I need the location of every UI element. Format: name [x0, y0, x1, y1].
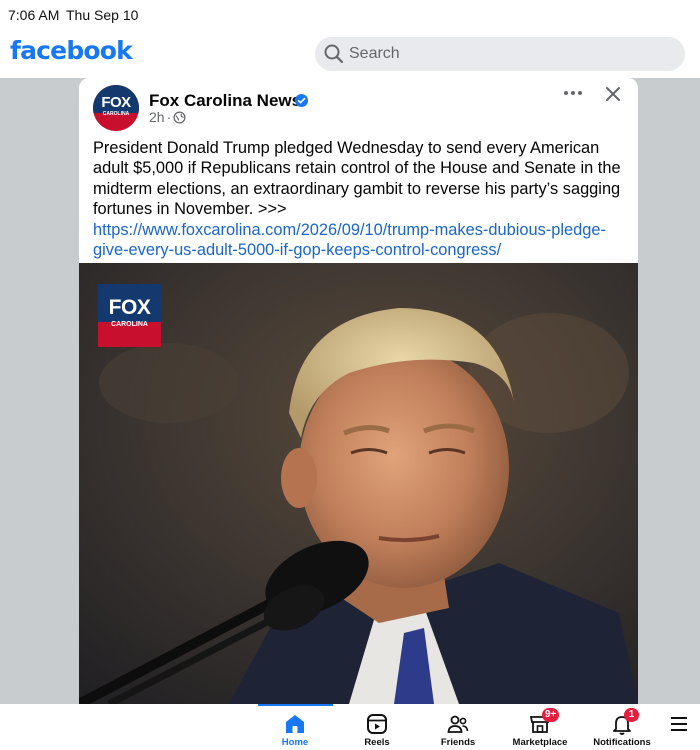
post-body-text: President Donald Trump pledged Wednesday…	[93, 139, 621, 219]
app-header: facebook Search	[0, 30, 700, 78]
nav-home[interactable]: Home	[255, 704, 335, 750]
reels-icon	[367, 714, 387, 734]
avatar-logo-text: FOX	[101, 94, 131, 111]
home-icon	[286, 715, 304, 733]
fox-carolina-watermark: FOX CAROLINA	[98, 284, 161, 347]
facebook-logo[interactable]: facebook	[10, 36, 133, 65]
nav-marketplace[interactable]: 9+ Marketplace	[500, 704, 580, 750]
watermark-logo-subtext: CAROLINA	[111, 321, 148, 328]
marketplace-badge: 9+	[542, 708, 560, 722]
post-timestamp[interactable]: 2h	[149, 109, 165, 125]
nav-friends-label: Friends	[440, 737, 476, 748]
nav-reels-label: Reels	[364, 737, 390, 748]
nav-friends[interactable]: Friends	[418, 704, 498, 750]
avatar[interactable]: FOX CAROLINA	[93, 85, 139, 131]
friends-icon	[447, 715, 469, 733]
status-date: Thu Sep 10	[66, 7, 139, 23]
notifications-badge: 1	[624, 708, 639, 722]
verified-badge-icon	[295, 94, 308, 107]
post-link[interactable]: https://www.foxcarolina.com/2026/09/10/t…	[93, 221, 606, 259]
post-meta: 2h ·	[149, 109, 186, 125]
page-name-link[interactable]: Fox Carolina News	[149, 91, 301, 111]
search-placeholder: Search	[349, 45, 400, 62]
bottom-nav: Home Reels Friends 9+ Marketplace 1 Noti…	[0, 704, 700, 750]
status-bar: 7:06 AM Thu Sep 10	[0, 0, 700, 30]
globe-icon	[173, 111, 186, 124]
nav-menu[interactable]	[663, 704, 700, 750]
close-icon[interactable]	[604, 85, 622, 103]
more-options-icon[interactable]	[563, 90, 583, 96]
nav-reels[interactable]: Reels	[337, 704, 417, 750]
nav-notifications[interactable]: 1 Notifications	[582, 704, 662, 750]
post-body: President Donald Trump pledged Wednesday…	[93, 138, 628, 260]
nav-marketplace-label: Marketplace	[512, 737, 568, 748]
watermark-logo-text: FOX	[108, 296, 151, 319]
post-photo[interactable]: FOX CAROLINA	[79, 263, 638, 704]
avatar-logo-subtext: CAROLINA	[102, 111, 130, 117]
post-card: FOX CAROLINA Fox Carolina News 2h · Presi…	[79, 78, 638, 704]
photo-image	[79, 263, 638, 704]
news-feed: FOX CAROLINA Fox Carolina News 2h · Presi…	[0, 78, 700, 704]
nav-home-label: Home	[281, 737, 309, 748]
search-input[interactable]: Search	[315, 37, 685, 71]
menu-icon	[671, 717, 687, 731]
nav-notifications-label: Notifications	[593, 737, 651, 748]
status-time: 7:06 AM	[8, 7, 60, 23]
search-icon	[324, 44, 344, 64]
